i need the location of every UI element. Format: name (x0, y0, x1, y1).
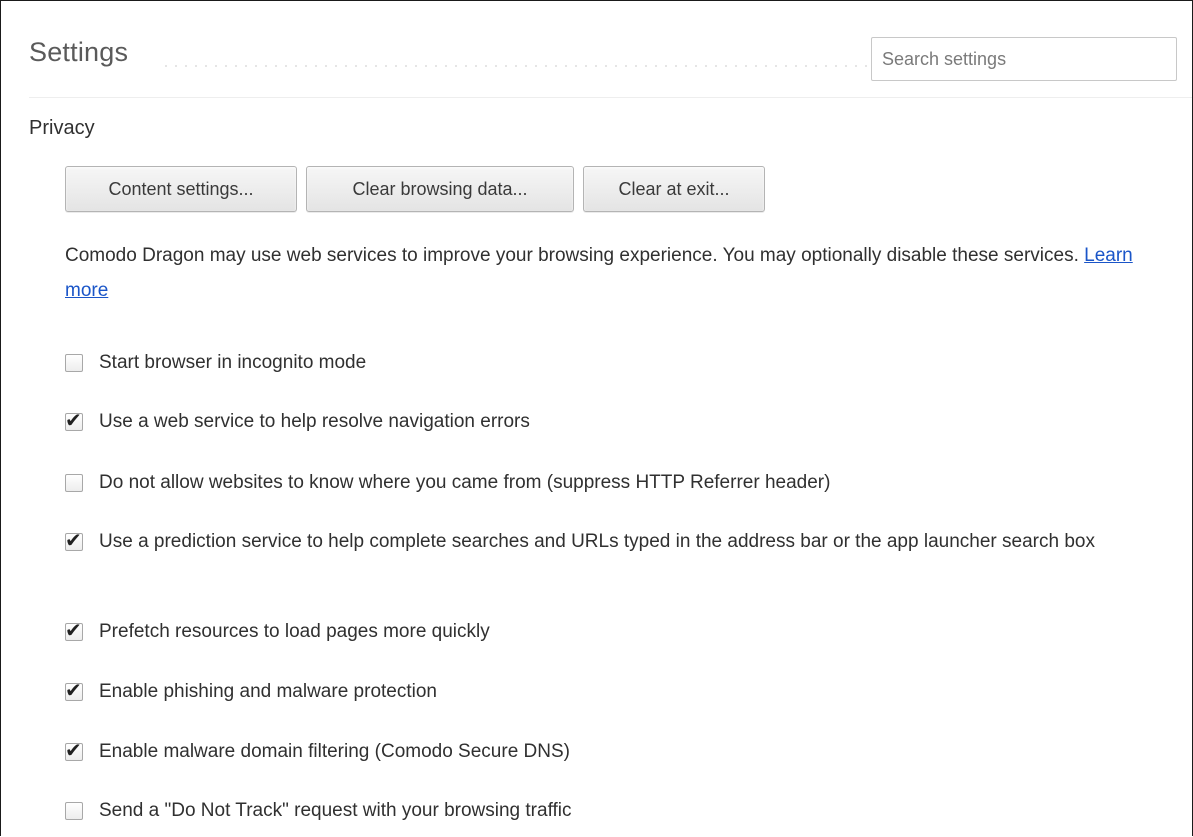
settings-header: Settings (29, 37, 1189, 97)
checkbox-prediction-service[interactable]: ✔ (65, 529, 83, 551)
option-label: Enable phishing and malware protection (99, 681, 437, 702)
privacy-button-row: Content settings... Clear browsing data.… (65, 166, 765, 212)
header-divider (29, 97, 1192, 98)
search-settings-input[interactable] (871, 37, 1177, 81)
option-label: Use a prediction service to help complet… (99, 531, 1095, 552)
checkbox-do-not-track[interactable] (65, 802, 83, 820)
checkbox-suppress-referrer[interactable] (65, 474, 83, 492)
title-dotted-divider (161, 65, 869, 67)
content-settings-button[interactable]: Content settings... (65, 166, 297, 212)
clear-at-exit-button[interactable]: Clear at exit... (583, 166, 765, 212)
checkmark-icon: ✔ (65, 528, 82, 552)
option-label: Use a web service to help resolve naviga… (99, 411, 530, 432)
option-do-not-track[interactable]: Send a "Do Not Track" request with your … (65, 798, 1175, 824)
checkbox-incognito[interactable] (65, 354, 83, 372)
option-malware-dns[interactable]: ✔ Enable malware domain filtering (Comod… (65, 739, 1175, 765)
option-prefetch[interactable]: ✔ Prefetch resources to load pages more … (65, 619, 1175, 645)
clear-browsing-data-button[interactable]: Clear browsing data... (306, 166, 574, 212)
option-label: Prefetch resources to load pages more qu… (99, 621, 490, 642)
option-label: Start browser in incognito mode (99, 352, 367, 373)
option-label: Send a "Do Not Track" request with your … (99, 800, 572, 821)
checkbox-phishing-protection[interactable]: ✔ (65, 679, 83, 701)
page-title: Settings (29, 37, 129, 67)
settings-page: Settings Privacy Content settings... Cle… (0, 0, 1193, 836)
privacy-description: Comodo Dragon may use web services to im… (65, 238, 1175, 308)
option-suppress-referrer[interactable]: Do not allow websites to know where you … (65, 470, 1175, 496)
option-incognito[interactable]: Start browser in incognito mode (65, 350, 1175, 376)
checkmark-icon: ✔ (65, 408, 82, 432)
privacy-section-title: Privacy (29, 117, 95, 139)
option-label: Enable malware domain filtering (Comodo … (99, 741, 570, 762)
checkmark-icon: ✔ (65, 738, 82, 762)
privacy-description-text: Comodo Dragon may use web services to im… (65, 245, 1079, 266)
checkbox-malware-dns[interactable]: ✔ (65, 739, 83, 761)
checkmark-icon: ✔ (65, 618, 82, 642)
option-phishing-protection[interactable]: ✔ Enable phishing and malware protection (65, 679, 1175, 705)
option-navigation-errors[interactable]: ✔ Use a web service to help resolve navi… (65, 409, 1175, 435)
option-label: Do not allow websites to know where you … (99, 472, 831, 493)
checkbox-prefetch[interactable]: ✔ (65, 619, 83, 641)
checkbox-navigation-errors[interactable]: ✔ (65, 409, 83, 431)
option-prediction-service[interactable]: ✔ Use a prediction service to help compl… (65, 529, 1175, 555)
checkmark-icon: ✔ (65, 678, 82, 702)
